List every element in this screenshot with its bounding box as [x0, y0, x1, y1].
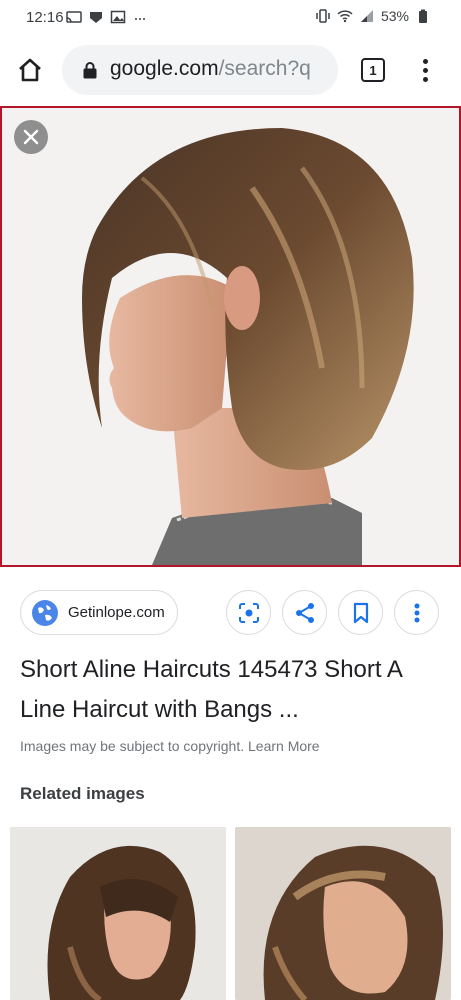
source-link[interactable]: Getinlope.com [20, 590, 178, 635]
more-notifications-icon [135, 18, 145, 20]
related-image-thumbnail[interactable] [10, 827, 226, 1000]
woman-bangs-haircut-photo [10, 827, 226, 1000]
status-right-icons: 53% [315, 8, 431, 24]
tab-count: 1 [369, 62, 377, 78]
lens-icon [238, 602, 259, 623]
battery-percent: 53% [380, 8, 409, 24]
lens-button[interactable] [226, 590, 271, 635]
home-icon [19, 58, 41, 82]
related-images-heading: Related images [20, 784, 145, 803]
tab-switcher-button[interactable]: 1 [361, 58, 385, 82]
bookmark-icon [353, 602, 368, 623]
url-domain: google.com [110, 57, 219, 80]
menu-dot [422, 58, 428, 64]
result-title[interactable]: Short Aline Haircuts 145473 Short A Line… [20, 650, 450, 730]
more-options-button[interactable] [394, 590, 439, 635]
lock-icon [83, 62, 97, 79]
source-name: Getinlope.com [68, 604, 165, 621]
signal-icon [360, 10, 373, 22]
home-button[interactable] [14, 54, 46, 86]
menu-dot [422, 76, 428, 82]
selected-image[interactable] [0, 106, 461, 567]
close-icon [23, 129, 39, 145]
globe-icon [32, 599, 58, 626]
menu-dot [422, 67, 428, 73]
app-notification-icon [90, 12, 102, 23]
learn-more-link[interactable]: Learn More [248, 738, 320, 754]
vibrate-icon [316, 9, 330, 23]
close-button[interactable] [14, 120, 48, 154]
battery-icon [419, 9, 427, 23]
copyright-text: Images may be subject to copyright. [20, 738, 245, 754]
url-text: google.com/search?q [110, 57, 311, 81]
woman-bob-haircut-photo [2, 108, 459, 565]
gallery-icon [110, 10, 126, 24]
copyright-notice: Images may be subject to copyright. Lear… [20, 738, 320, 754]
address-bar[interactable]: google.com/search?q [62, 45, 338, 95]
related-image-thumbnail[interactable] [235, 827, 451, 1000]
more-options-icon [414, 603, 419, 622]
share-button[interactable] [282, 590, 327, 635]
share-icon [295, 602, 314, 623]
wifi-icon [337, 10, 353, 23]
browser-toolbar: google.com/search?q 1 [0, 36, 461, 104]
cast-icon [66, 11, 82, 23]
status-time: 12:16 [26, 9, 64, 26]
status-bar: 12:16 53% [0, 0, 461, 36]
url-path: /search?q [218, 57, 311, 80]
save-button[interactable] [338, 590, 383, 635]
browser-menu-button[interactable] [413, 54, 437, 86]
status-left-icons [66, 9, 148, 25]
woman-side-bob-photo [235, 827, 451, 1000]
